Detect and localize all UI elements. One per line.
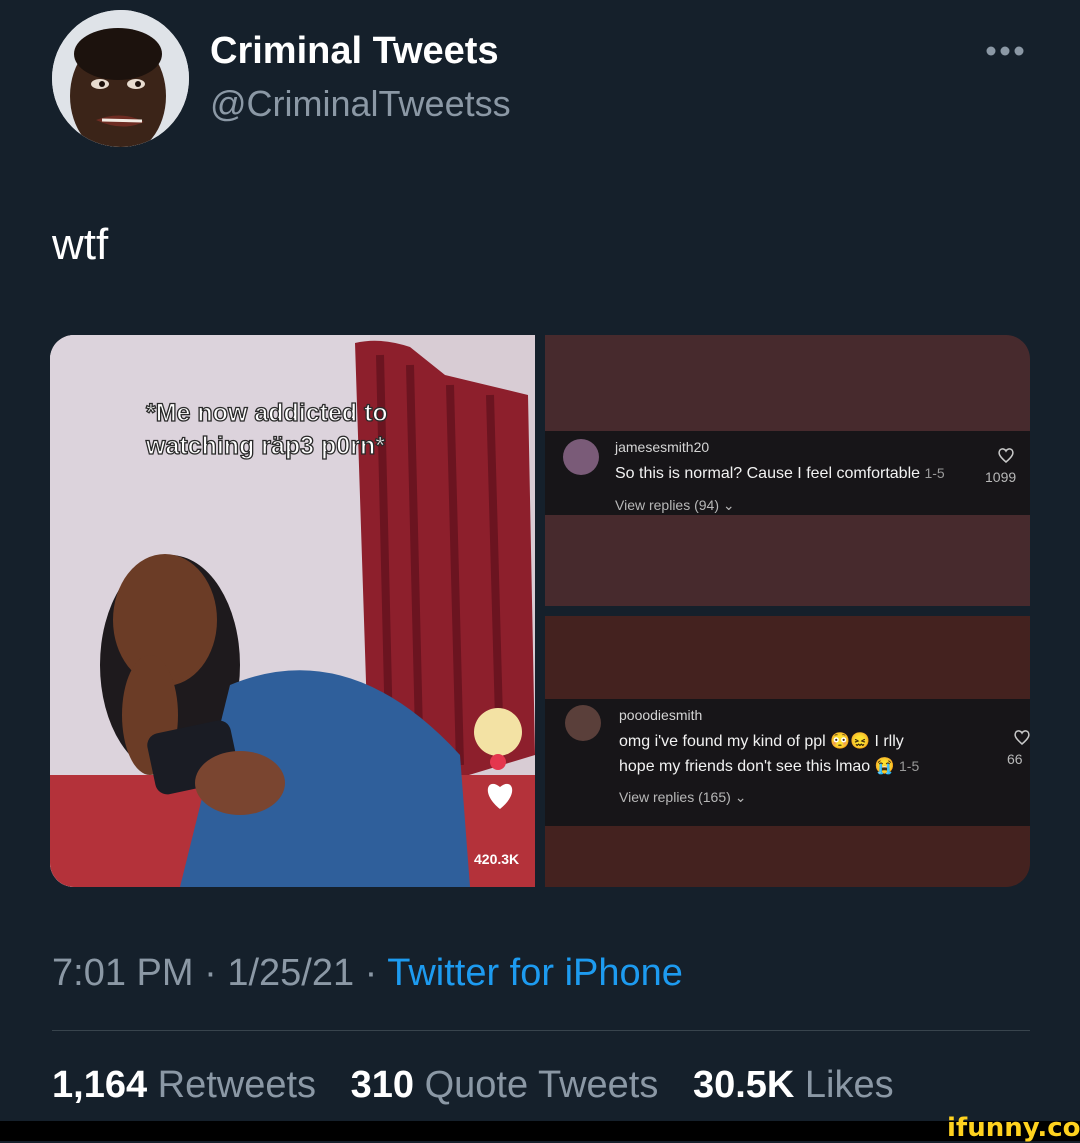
media-like-count: 420.3K: [474, 851, 520, 867]
comment-text-line-1: omg i've found my kind of ppl 😳😖 I rlly: [619, 733, 904, 750]
avatar[interactable]: [52, 10, 189, 147]
chevron-down-icon: ⌄: [722, 497, 735, 513]
more-options-icon[interactable]: [985, 44, 1025, 58]
tweet-date[interactable]: 1/25/21: [227, 952, 354, 994]
divider: [52, 1030, 1030, 1031]
ifunny-watermark: ifunny.co: [947, 1113, 1080, 1143]
likes-stat[interactable]: 30.5K Likes: [693, 1064, 894, 1106]
heart-outline-icon[interactable]: [997, 447, 1015, 468]
likes-label: Likes: [804, 1064, 894, 1106]
media-caption-line-2: watching räp3 p0rn*: [145, 431, 385, 460]
separator-dot: ·: [364, 952, 378, 994]
comment-like-count: 1099: [985, 469, 1017, 485]
media-image-left[interactable]: *Me now addicted to watching räp3 p0rn* …: [50, 335, 535, 887]
display-name[interactable]: Criminal Tweets: [210, 30, 499, 73]
chevron-down-icon: ⌄: [734, 789, 747, 805]
tweet-media[interactable]: *Me now addicted to watching räp3 p0rn* …: [50, 335, 1030, 887]
comment-like-count: 66: [1007, 751, 1023, 767]
quote-tweets-label: Quote Tweets: [424, 1064, 659, 1106]
separator-dot: ·: [204, 952, 217, 994]
likes-count: 30.5K: [692, 1064, 795, 1106]
comment-text-line-2: hope my friends don't see this lmao 😭: [619, 758, 895, 775]
comment-card: jamesesmith20 So this is normal? Cause I…: [545, 431, 1030, 515]
comment-text: So this is normal? Cause I feel comforta…: [615, 461, 945, 486]
tweet-timestamp-line: 7:01 PM · 1/25/21 · Twitter for iPhone: [52, 952, 683, 995]
bottom-bar: [0, 1121, 1080, 1141]
media-caption-line-1: *Me now addicted to: [145, 398, 388, 427]
comment-meta: 1-5: [899, 758, 920, 774]
retweets-stat[interactable]: 1,164 Retweets: [52, 1064, 316, 1106]
comment-text-body: So this is normal? Cause I feel comforta…: [615, 465, 921, 482]
tweet-text: wtf: [52, 220, 109, 269]
tweet-source-link[interactable]: Twitter for iPhone: [387, 952, 683, 994]
comment-text: omg i've found my kind of ppl 😳😖 I rlly …: [619, 729, 919, 779]
media-image-bottom-right[interactable]: pooodiesmith omg i've found my kind of p…: [545, 616, 1030, 887]
comment-username: pooodiesmith: [619, 707, 703, 723]
view-replies-link[interactable]: View replies (165) ⌄: [619, 789, 746, 806]
view-replies-link[interactable]: View replies (94) ⌄: [615, 497, 735, 514]
quote-tweets-count: 310: [350, 1064, 415, 1106]
tweet-time[interactable]: 7:01 PM: [52, 952, 194, 994]
user-handle[interactable]: @CriminalTweetss: [210, 83, 511, 125]
commenter-avatar: [563, 439, 599, 475]
media-image-top-right[interactable]: jamesesmith20 So this is normal? Cause I…: [545, 335, 1030, 606]
media-caption: *Me now addicted to watching räp3 p0rn*: [145, 397, 388, 463]
comment-username: jamesesmith20: [615, 439, 710, 455]
heart-outline-icon[interactable]: [1013, 729, 1030, 750]
comment-meta: 1-5: [924, 465, 945, 481]
retweets-label: Retweets: [157, 1064, 317, 1106]
comment-card: pooodiesmith omg i've found my kind of p…: [545, 699, 1030, 826]
retweets-count: 1,164: [52, 1064, 148, 1106]
tweet-stats: 1,164 Retweets 310 Quote Tweets 30.5K Li…: [52, 1064, 894, 1107]
view-replies-label: View replies (94): [615, 497, 720, 513]
quote-tweets-stat[interactable]: 310 Quote Tweets: [351, 1064, 659, 1106]
view-replies-label: View replies (165): [619, 789, 731, 805]
commenter-avatar: [565, 705, 601, 741]
